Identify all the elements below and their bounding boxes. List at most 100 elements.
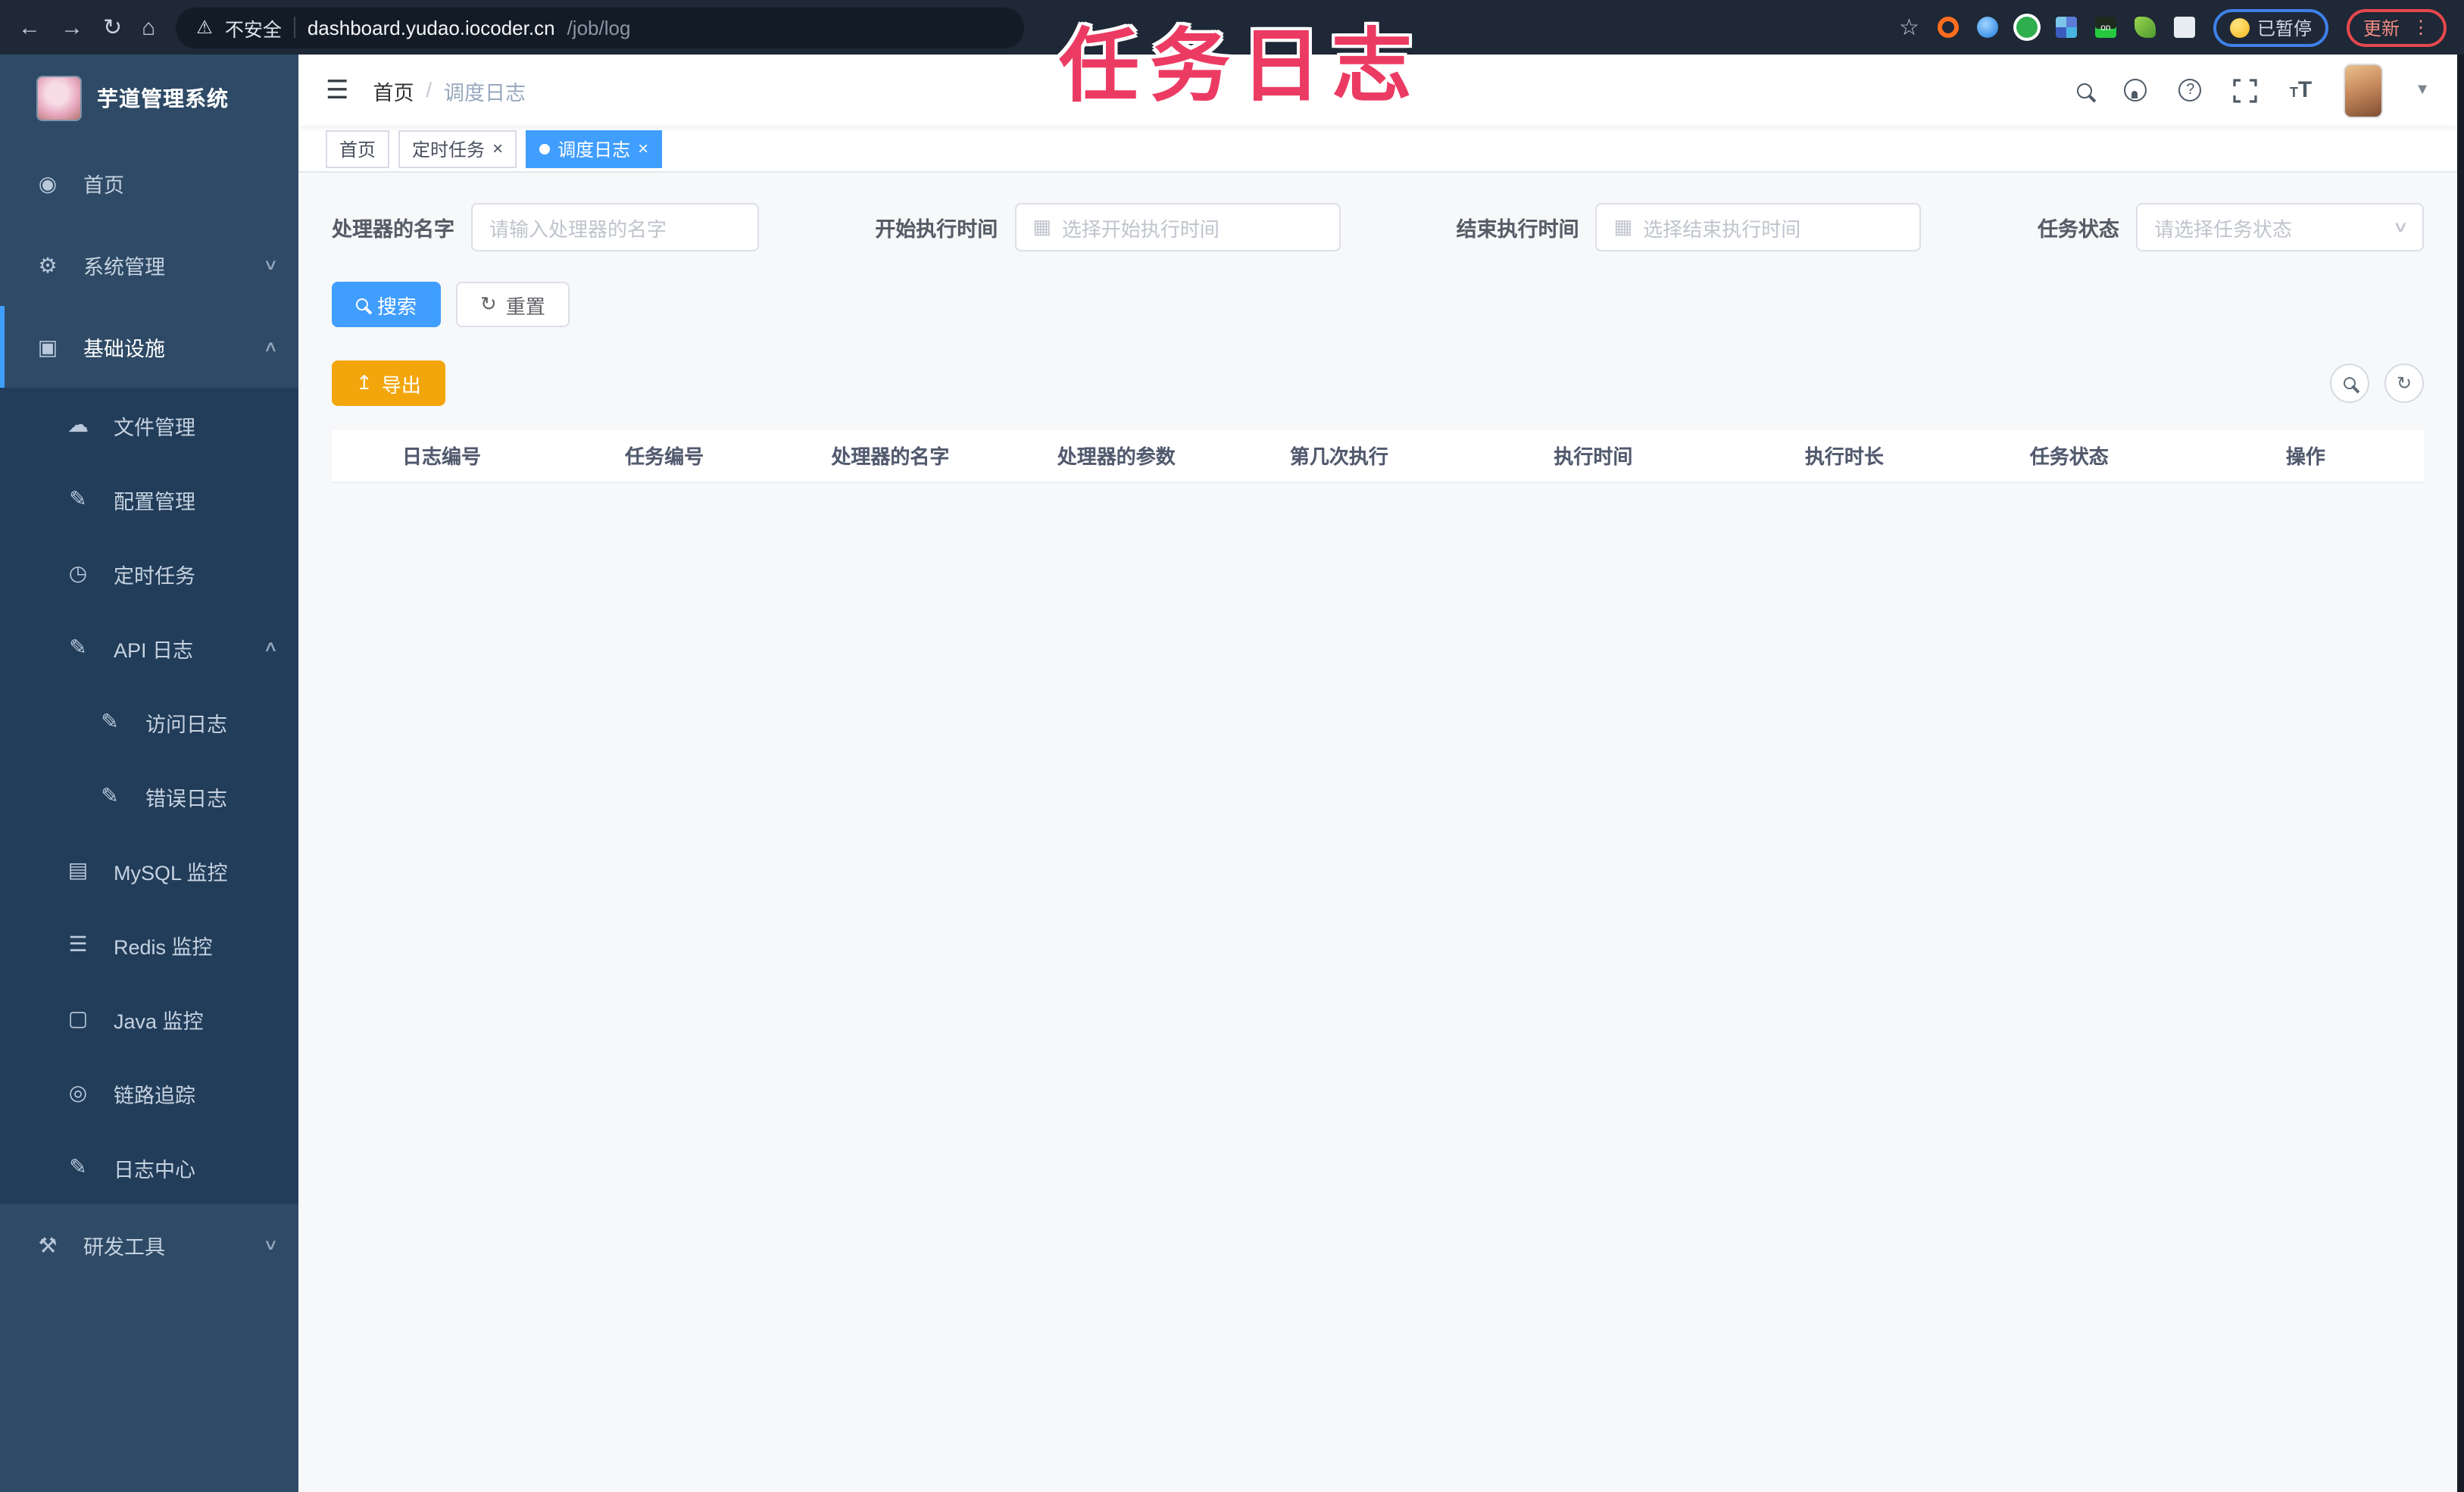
sidebar-item-11[interactable]: ▢ Java 监控 [0, 982, 298, 1056]
url-host: dashboard.yudao.iocoder.cn [307, 16, 555, 39]
column-header: 任务状态 [1950, 430, 2188, 482]
update-label: 更新 [2363, 17, 2400, 39]
access-log-icon: ✎ [101, 709, 119, 733]
help-icon[interactable]: ? [2178, 79, 2202, 101]
chevron-down-icon: ∨ [262, 257, 278, 273]
sidebar-item-13[interactable]: ✎ 日志中心 [0, 1130, 298, 1204]
extension-puzzle-icon[interactable] [2173, 17, 2195, 38]
sidebar-item-2[interactable]: ▣ 基础设施 ∧ [0, 306, 298, 388]
search-button[interactable]: 搜索 [332, 282, 442, 327]
extension-grid-icon[interactable] [2055, 17, 2077, 38]
chevron-down-icon: ∨ [2391, 219, 2409, 236]
chevron-up-icon: ∧ [262, 639, 278, 656]
sidebar-item-12[interactable]: ◎ 链路追踪 [0, 1056, 298, 1130]
sidebar-item-4[interactable]: ✎ 配置管理 [0, 462, 298, 536]
app-logo[interactable]: 芋道管理系统 [0, 55, 298, 142]
refresh-table-button[interactable]: ↻ [2384, 364, 2424, 403]
sidebar-item-6[interactable]: ✎ API 日志 ∧ [0, 610, 298, 685]
sidebar-item-label: 研发工具 [83, 1236, 165, 1259]
user-avatar[interactable] [2344, 63, 2384, 117]
extension-orange-icon[interactable] [1937, 17, 1959, 38]
breadcrumb: 首页 / 调度日志 [373, 75, 526, 105]
sidebar-item-9[interactable]: ▤ MySQL 监控 [0, 833, 298, 907]
sidebar-item-label: 链路追踪 [114, 1084, 195, 1107]
export-button[interactable]: ↥ 导出 [332, 361, 445, 406]
forward-icon[interactable]: → [61, 16, 83, 39]
sidebar-item-7[interactable]: ✎ 访问日志 [0, 685, 298, 759]
handler-name-input[interactable]: 请输入处理器的名字 [471, 203, 759, 251]
close-icon[interactable]: × [638, 139, 648, 158]
sidebar-item-label: Redis 监控 [114, 935, 213, 958]
sidebar-item-label: 访问日志 [145, 713, 227, 735]
security-label[interactable]: 不安全 [225, 13, 282, 42]
tab-label: 首页 [339, 139, 376, 160]
search-icon[interactable] [2077, 83, 2093, 98]
job-status-label: 任务状态 [2037, 218, 2119, 241]
extension-leaf-icon[interactable] [2134, 17, 2156, 38]
tab-job-log[interactable]: 调度日志 × [526, 130, 663, 167]
sidebar-item-3[interactable]: ☁ 文件管理 [0, 388, 298, 462]
column-header: 执行时间 [1448, 430, 1738, 482]
breadcrumb-home[interactable]: 首页 [373, 75, 414, 105]
handler-name-label: 处理器的名字 [332, 218, 454, 241]
infrastructure-icon: ▣ [37, 334, 58, 358]
calendar-icon: ▦ [1613, 215, 1633, 238]
column-header: 处理器的名字 [777, 430, 1004, 482]
chevron-down-icon[interactable]: ▼ [2415, 82, 2430, 98]
warning-icon: ⚠ [196, 17, 213, 38]
refresh-icon: ↻ [480, 292, 497, 315]
job-log-table: 日志编号 任务编号 处理器的名字 处理器的参数 第几次执行 执行时间 执行时长 任务状态 操作 [332, 430, 2424, 482]
github-icon[interactable] [2124, 79, 2147, 101]
tabs-bar: 首页 定时任务 × 调度日志 × [298, 126, 2457, 173]
dashboard-icon: ◉ [38, 170, 58, 195]
sidebar-item-5[interactable]: ◷ 定时任务 [0, 536, 298, 610]
extension-green-y-icon[interactable] [2016, 17, 2038, 38]
api-log-icon: ✎ [69, 635, 87, 659]
extension-blue-icon[interactable] [1976, 17, 1998, 38]
tab-home[interactable]: 首页 [326, 130, 390, 167]
app-logo-image [36, 76, 82, 121]
calendar-icon: ▦ [1032, 215, 1051, 238]
table-header-row: 日志编号 任务编号 处理器的名字 处理器的参数 第几次执行 执行时间 执行时长 任务状态 操作 [332, 430, 2424, 482]
recorder-paused-badge[interactable]: 已暂停 [2213, 8, 2328, 46]
tab-label: 调度日志 [557, 139, 631, 160]
active-dot [539, 143, 551, 154]
tab-scheduled-jobs[interactable]: 定时任务 × [398, 130, 517, 167]
chevron-down-icon: ∨ [262, 1237, 278, 1253]
reload-icon[interactable]: ↻ [103, 16, 122, 39]
sidebar-menu: ◉ 首页 ⚙ 系统管理 ∨ ▣ 基础设施 ∧ ☁ 文件管理 ✎ 配置管理 ◷ 定时任务 ✎ API 日志 ∧ ✎ 访… [0, 142, 298, 1286]
browser-update-button[interactable]: 更新 ⋮ [2346, 8, 2447, 46]
sidebar-item-14[interactable]: ⚒ 研发工具 ∨ [0, 1204, 298, 1286]
job-status-select[interactable]: 请选择任务状态 ∨ [2135, 203, 2424, 251]
watermark-annotation: 任务日志 [1059, 23, 1422, 112]
extension-on-badge-icon[interactable]: on [2094, 17, 2116, 38]
sidebar-item-0[interactable]: ◉ 首页 [0, 142, 298, 224]
export-icon: ↥ [356, 371, 373, 394]
table-toolbar: ↥ 导出 ↻ [332, 361, 2424, 406]
toggle-search-button[interactable] [2330, 364, 2369, 403]
back-icon[interactable]: ← [18, 16, 41, 39]
sidebar-item-10[interactable]: ☰ Redis 监控 [0, 907, 298, 982]
sidebar-item-1[interactable]: ⚙ 系统管理 ∨ [0, 224, 298, 306]
scrollbar[interactable] [2457, 55, 2464, 1492]
collapse-sidebar-icon[interactable]: ☰ [326, 75, 349, 105]
close-icon[interactable]: × [492, 139, 503, 158]
home-icon[interactable]: ⌂ [142, 16, 155, 39]
timer-task-icon: ◷ [68, 560, 88, 585]
fullscreen-icon[interactable] [2234, 78, 2258, 102]
reset-button[interactable]: ↻ 重置 [456, 282, 570, 327]
sidebar-item-label: 配置管理 [114, 490, 195, 513]
emoji-face-icon [2229, 17, 2250, 37]
url-path: /job/log [567, 16, 631, 39]
start-time-input[interactable]: ▦ 选择开始执行时间 [1014, 203, 1341, 251]
font-size-icon[interactable]: TT [2290, 76, 2312, 104]
sidebar-item-label: 日志中心 [114, 1158, 195, 1181]
breadcrumb-current: 调度日志 [444, 81, 526, 104]
address-bar[interactable]: ⚠ 不安全 dashboard.yudao.iocoder.cn/job/log [175, 7, 1024, 48]
bookmark-star-icon[interactable]: ☆ [1899, 16, 1919, 39]
sidebar-item-8[interactable]: ✎ 错误日志 [0, 759, 298, 833]
kebab-menu-icon[interactable]: ⋮ [2412, 17, 2430, 38]
java-monitor-icon: ▢ [67, 1006, 89, 1030]
breadcrumb-separator: / [426, 79, 433, 101]
end-time-input[interactable]: ▦ 选择结束执行时间 [1595, 203, 1922, 251]
